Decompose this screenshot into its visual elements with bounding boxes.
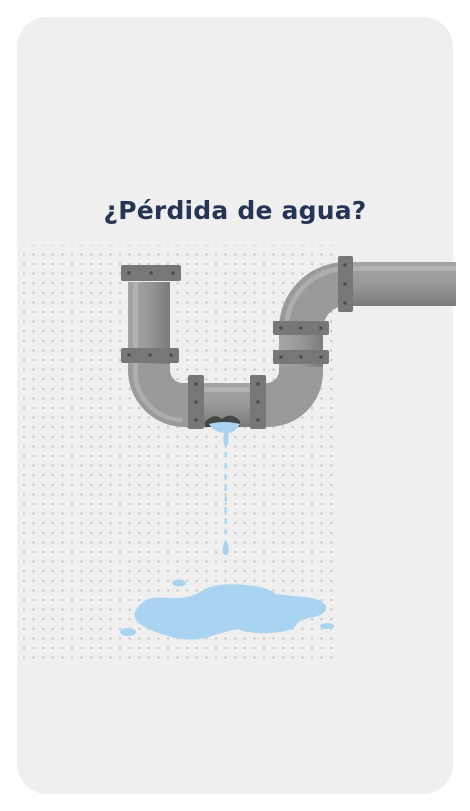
leaking-pipe-illustration bbox=[22, 245, 456, 661]
